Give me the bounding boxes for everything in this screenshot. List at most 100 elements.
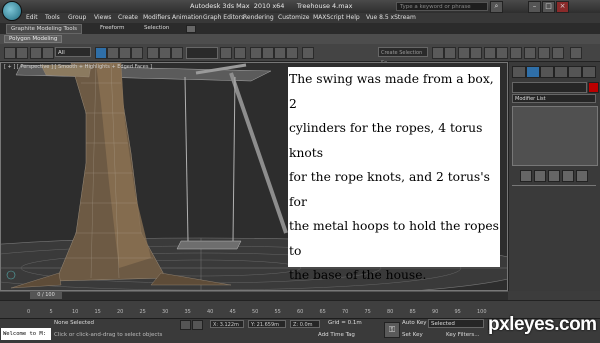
ribbon-toggle-icon[interactable]	[186, 25, 196, 33]
menu-views[interactable]: Views	[94, 14, 111, 21]
window-title: Autodesk 3ds Max 2010 x64 Treehouse 4.ma…	[190, 2, 353, 10]
schematic-view-icon[interactable]	[496, 47, 508, 59]
set-key-button[interactable]: Set Key	[402, 332, 423, 338]
key-filters-button[interactable]: Key Filters...	[446, 332, 479, 338]
y-coordinate-field[interactable]: Y: 21.659m	[248, 320, 286, 328]
timeline-tick-label: 80	[387, 309, 394, 315]
utilities-tab-icon[interactable]	[582, 66, 596, 78]
menu-group[interactable]: Group	[68, 14, 86, 21]
x-coordinate-field[interactable]: X: 3.122m	[210, 320, 244, 328]
timeline-tick-label: 90	[432, 309, 439, 315]
menu-tools[interactable]: Tools	[45, 14, 60, 21]
remove-modifier-icon[interactable]	[562, 170, 574, 182]
timeline-tick-label: 50	[252, 309, 259, 315]
toolbar-extra-icon[interactable]	[570, 47, 582, 59]
motion-tab-icon[interactable]	[554, 66, 568, 78]
layer-manager-icon[interactable]	[458, 47, 470, 59]
timeline-tick-label: 85	[409, 309, 416, 315]
prompt-hint: Click or click-and-drag to select object…	[54, 332, 163, 338]
absolute-mode-icon[interactable]	[192, 320, 203, 330]
move-icon[interactable]	[147, 47, 159, 59]
menu-rendering[interactable]: Rendering	[243, 14, 274, 21]
modifier-stack[interactable]	[512, 106, 598, 166]
rotate-icon[interactable]	[159, 47, 171, 59]
align-icon[interactable]	[444, 47, 456, 59]
material-editor-icon[interactable]	[510, 47, 522, 59]
select-manipulate-icon[interactable]	[234, 47, 246, 59]
menu-modifiers[interactable]: Modifiers	[143, 14, 170, 21]
modify-tab-icon[interactable]	[526, 66, 540, 78]
timeline-tick-label: 15	[94, 309, 101, 315]
select-by-name-icon[interactable]	[107, 47, 119, 59]
graphite-toggle-icon[interactable]	[470, 47, 482, 59]
create-tab-icon[interactable]	[512, 66, 526, 78]
scale-icon[interactable]	[171, 47, 183, 59]
render-production-icon[interactable]	[552, 47, 564, 59]
timeline-tick-label: 25	[139, 309, 146, 315]
region-select-icon[interactable]	[119, 47, 131, 59]
object-color-swatch[interactable]	[588, 82, 599, 93]
menu-animation[interactable]: Animation	[172, 14, 203, 21]
timeline-tick-label: 10	[72, 309, 79, 315]
menu-edit[interactable]: Edit	[26, 14, 38, 21]
render-setup-icon[interactable]	[524, 47, 536, 59]
selection-filter-dropdown[interactable]: All	[55, 47, 91, 57]
minimize-button[interactable]: –	[528, 1, 541, 13]
redo-icon[interactable]	[16, 47, 28, 59]
menu-vue-xstream[interactable]: Vue 8.5 xStream	[366, 14, 416, 21]
rendered-frame-window-icon[interactable]	[538, 47, 550, 59]
link-icon[interactable]	[30, 47, 42, 59]
maxscript-listener[interactable]: Welcome to M:	[1, 328, 51, 340]
menu-maxscript[interactable]: MAXScript	[313, 14, 344, 21]
window-crossing-icon[interactable]	[131, 47, 143, 59]
curve-editor-icon[interactable]	[484, 47, 496, 59]
mirror-icon[interactable]	[432, 47, 444, 59]
tab-polygon-modeling[interactable]: Polygon Modeling	[4, 35, 63, 43]
edit-named-selection-icon[interactable]	[302, 47, 314, 59]
app-logo-icon[interactable]	[2, 1, 22, 21]
modifier-list-dropdown[interactable]: Modifier List	[512, 94, 596, 103]
pin-stack-icon[interactable]	[520, 170, 532, 182]
configure-sets-icon[interactable]	[576, 170, 588, 182]
display-tab-icon[interactable]	[568, 66, 582, 78]
pivot-center-icon[interactable]	[220, 47, 232, 59]
unlink-icon[interactable]	[42, 47, 54, 59]
object-name-field[interactable]	[512, 82, 587, 93]
auto-key-button[interactable]: Auto Key	[402, 320, 427, 326]
tab-freeform[interactable]: Freeform	[96, 24, 129, 32]
z-coordinate-field[interactable]: Z: 0.0m	[290, 320, 320, 328]
menu-graph-editors[interactable]: Graph Editors	[203, 14, 244, 21]
make-unique-icon[interactable]	[548, 170, 560, 182]
select-object-icon[interactable]	[95, 47, 107, 59]
key-icon[interactable]: ⚿	[384, 322, 400, 338]
timeline-tick-label: 60	[297, 309, 304, 315]
key-selection-dropdown[interactable]: Selected	[428, 319, 484, 328]
spinner-snap-icon[interactable]	[286, 47, 298, 59]
selection-status: None Selected	[54, 320, 94, 326]
maximize-button[interactable]: □	[542, 1, 555, 13]
search-input[interactable]: Type a keyword or phrase	[396, 2, 488, 11]
snaps-toggle-icon[interactable]	[250, 47, 262, 59]
menu-help[interactable]: Help	[346, 14, 360, 21]
angle-snap-icon[interactable]	[262, 47, 274, 59]
close-button[interactable]: ×	[556, 1, 569, 13]
tab-selection[interactable]: Selection	[140, 24, 173, 32]
menu-customize[interactable]: Customize	[278, 14, 310, 21]
viewport-label[interactable]: [ + ] [ Perspective ] [ Smooth + Highlig…	[4, 64, 152, 70]
menu-create[interactable]: Create	[118, 14, 138, 21]
reference-coordinate-dropdown[interactable]	[186, 47, 218, 59]
search-icon[interactable]: ⌕	[490, 1, 503, 13]
hierarchy-tab-icon[interactable]	[540, 66, 554, 78]
named-selection-set-dropdown[interactable]: Create Selection Se	[378, 47, 428, 66]
grid-size: Grid = 0.1m	[328, 320, 362, 326]
percent-snap-icon[interactable]	[274, 47, 286, 59]
add-time-tag-button[interactable]: Add Time Tag	[318, 332, 355, 338]
timeline-tick-label: 35	[184, 309, 191, 315]
lock-selection-icon[interactable]	[180, 320, 191, 330]
frame-counter[interactable]: 0 / 100	[30, 291, 62, 299]
ribbon	[0, 23, 600, 34]
undo-icon[interactable]	[4, 47, 16, 59]
show-end-result-icon[interactable]	[534, 170, 546, 182]
timeline-tick-label: 70	[342, 309, 349, 315]
tab-graphite-modeling-tools[interactable]: Graphite Modeling Tools	[6, 24, 83, 34]
